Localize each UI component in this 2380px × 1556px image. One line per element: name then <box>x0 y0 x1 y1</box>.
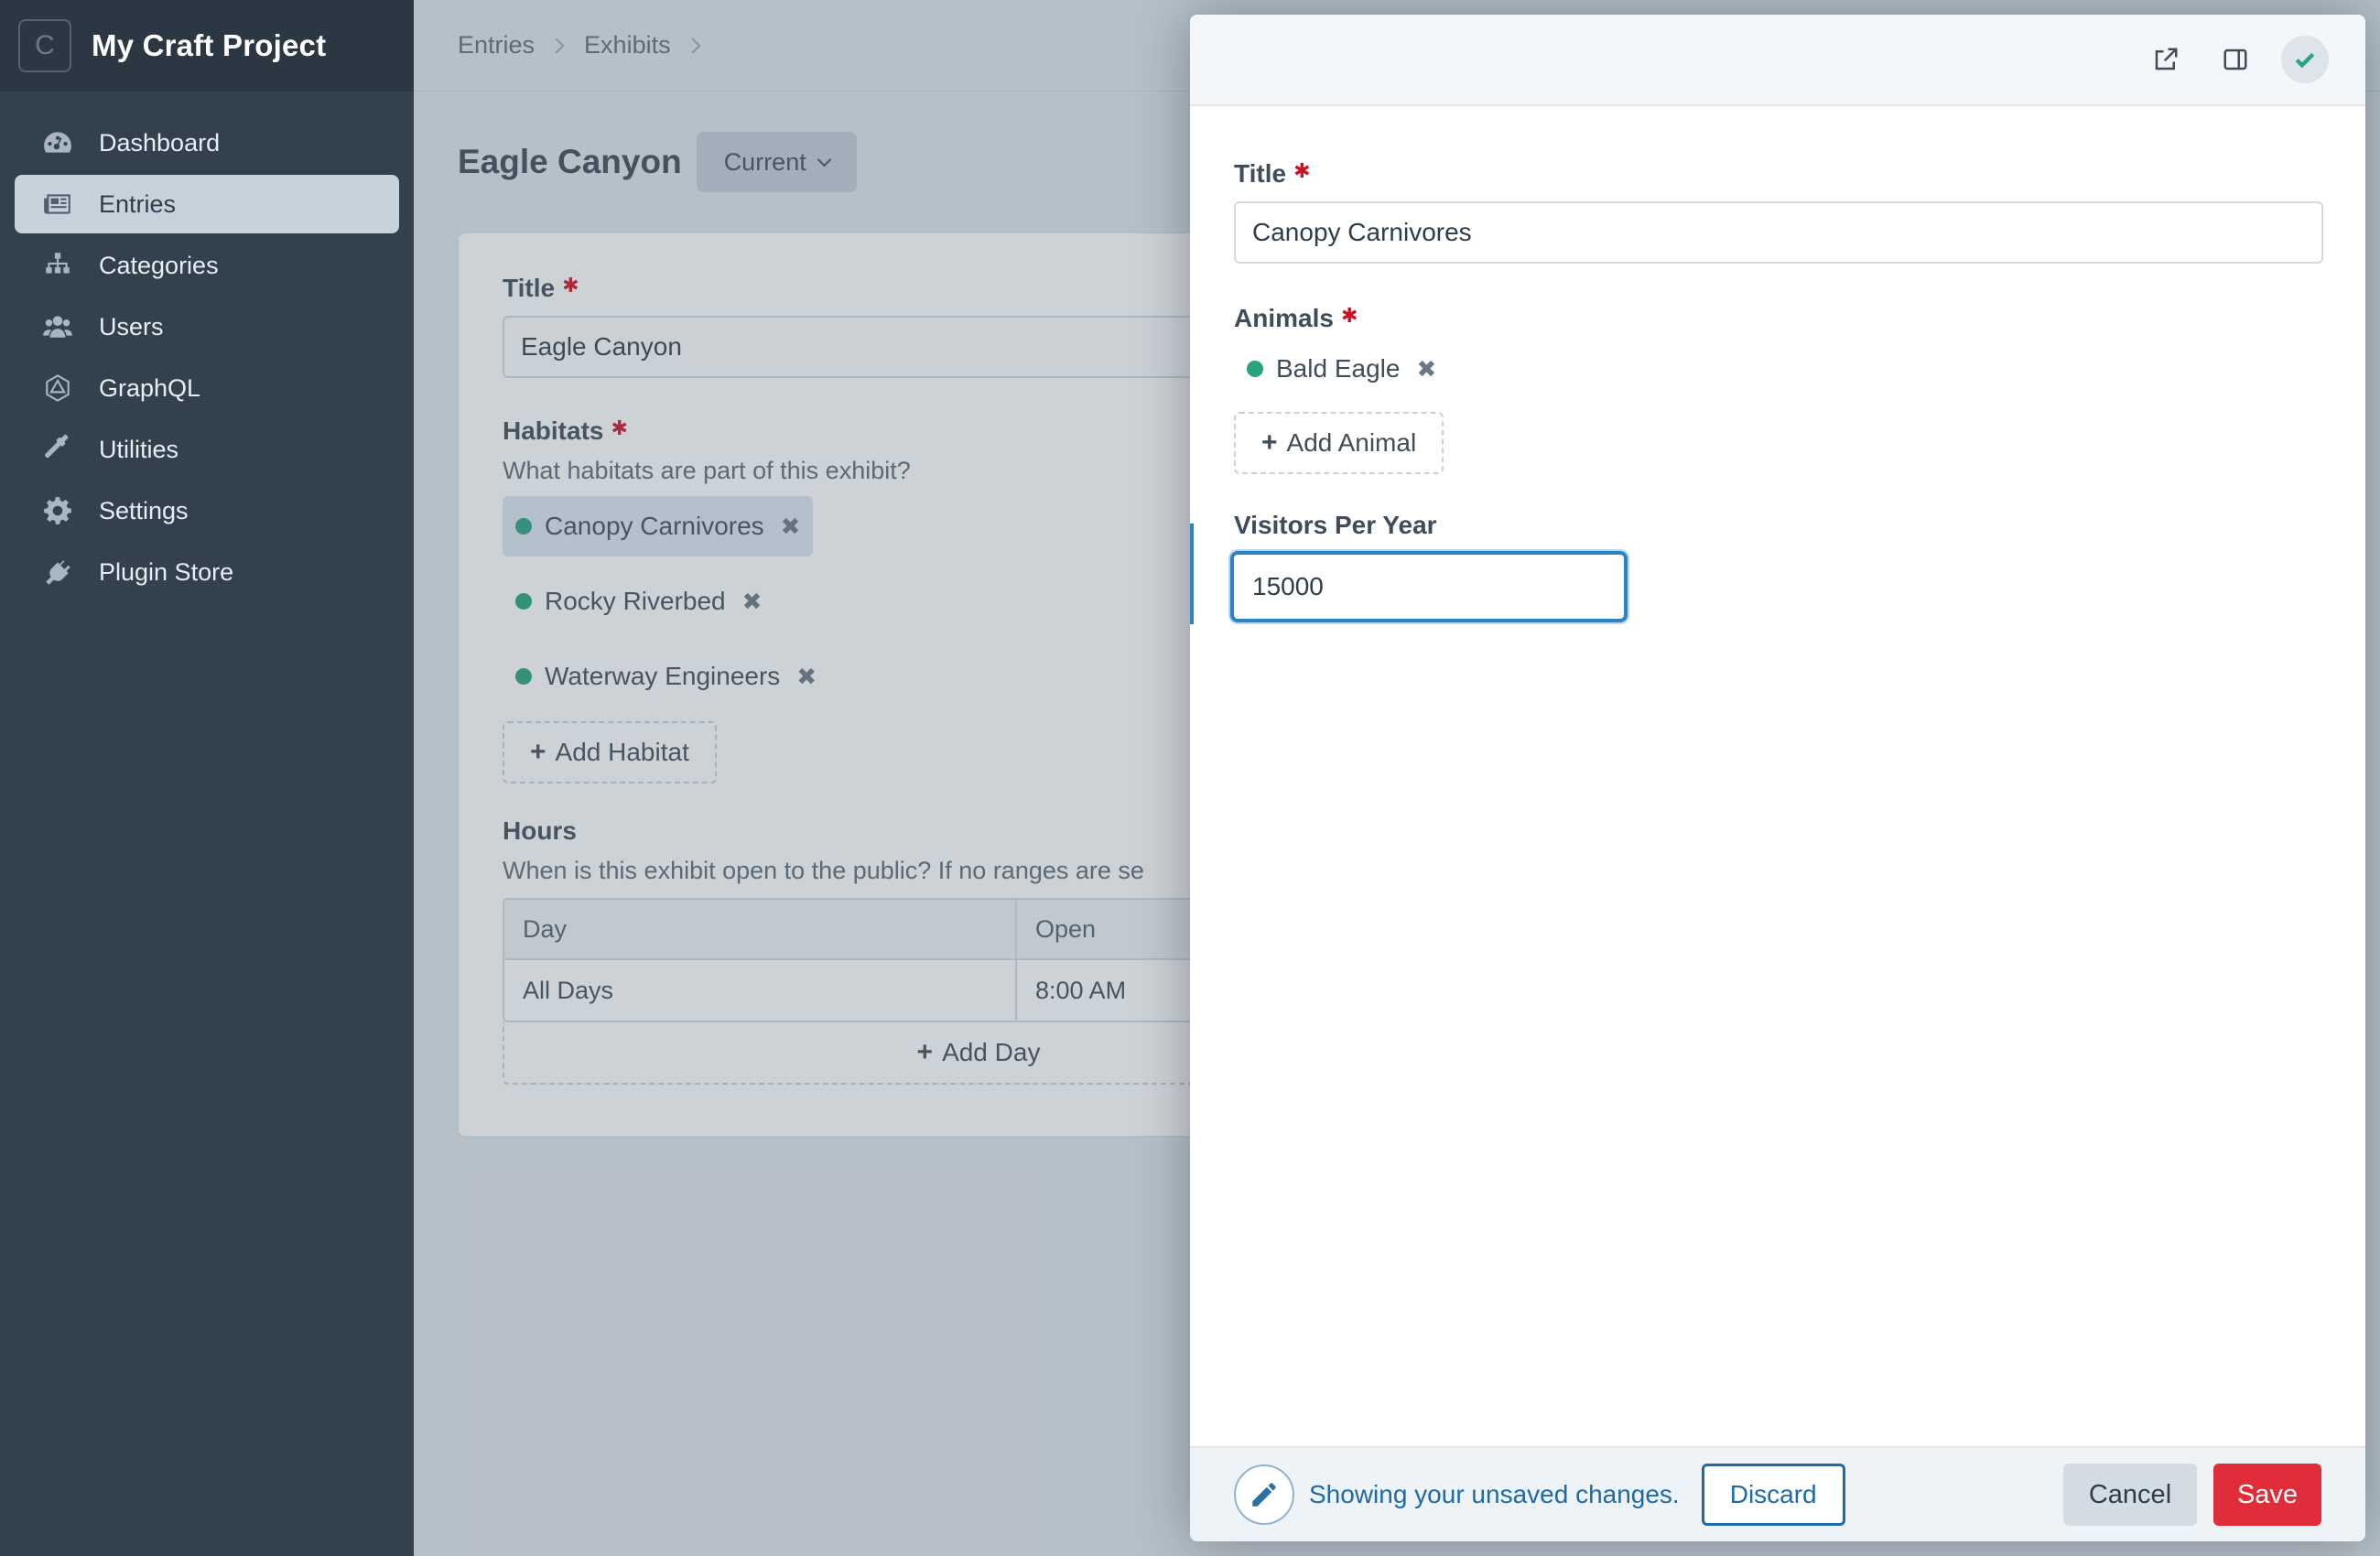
craft-logo[interactable]: C <box>18 19 71 72</box>
wrench-icon <box>40 432 75 467</box>
required-asterisk-icon: ✱ <box>1340 304 1358 327</box>
slideout-body: Title ✱ Canopy Carnivores Animals ✱ Bald E… <box>1230 106 2323 622</box>
sidebar-item-label: Categories <box>99 251 219 279</box>
plug-icon <box>40 555 75 589</box>
unsaved-changes-notice: Showing your unsaved changes. <box>1309 1480 1680 1508</box>
sidebar-item-utilities[interactable]: Utilities <box>15 420 399 479</box>
checkmark-icon <box>2295 52 2315 69</box>
sidebar-item-entries[interactable]: Entries <box>15 175 399 233</box>
required-asterisk-icon: ✱ <box>1293 159 1311 182</box>
visitors-per-year-input[interactable]: 15000 <box>1230 551 1628 622</box>
add-animal-label: Add Animal <box>1286 428 1417 457</box>
graphql-icon <box>40 371 75 405</box>
cancel-button[interactable]: Cancel <box>2063 1464 2197 1526</box>
remove-icon[interactable]: ✖ <box>1416 355 1436 384</box>
sidebar-item-label: Users <box>99 312 164 340</box>
pencil-icon <box>1234 1464 1294 1525</box>
sidebar-item-label: Plugin Store <box>99 557 234 586</box>
visitors-field-label: Visitors Per Year <box>1234 511 1437 539</box>
sidebar-item-dashboard[interactable]: Dashboard <box>15 113 399 172</box>
animals-list: Bald Eagle ✖ <box>1234 339 2323 399</box>
users-icon <box>40 309 75 344</box>
toggle-sidebar-button[interactable] <box>2212 36 2259 83</box>
sidebar-icon <box>2223 49 2247 70</box>
animal-chip-label: Bald Eagle <box>1276 354 1401 383</box>
gauge-icon <box>40 125 75 160</box>
sidebar-item-label: Settings <box>99 496 189 524</box>
save-button[interactable]: Save <box>2213 1464 2321 1526</box>
sitemap-icon <box>40 248 75 283</box>
slideout-title-input[interactable]: Canopy Carnivores <box>1234 201 2323 264</box>
animal-chip[interactable]: Bald Eagle ✖ <box>1234 339 1449 399</box>
newspaper-icon <box>40 187 75 222</box>
animals-field-label: Animals ✱ <box>1234 304 1358 332</box>
sidebar-item-settings[interactable]: Settings <box>15 481 399 540</box>
open-in-new-tab-button[interactable] <box>2142 36 2190 83</box>
discard-button[interactable]: Discard <box>1701 1464 1845 1526</box>
slideout-title-label: Title ✱ <box>1234 159 1311 188</box>
element-editor-slideout: Title ✱ Canopy Carnivores Animals ✱ Bald E… <box>1190 15 2365 1541</box>
sidebar-brand: C My Craft Project <box>0 0 414 92</box>
sidebar-item-graphql[interactable]: GraphQL <box>15 359 399 417</box>
plus-icon: + <box>1261 427 1278 458</box>
status-enabled-icon <box>1247 361 1263 377</box>
external-link-icon <box>2155 48 2178 70</box>
slideout-footer: Showing your unsaved changes. Discard Ca… <box>1190 1446 2365 1541</box>
sidebar-item-label: Utilities <box>99 435 179 463</box>
field-focus-indicator <box>1190 524 1194 624</box>
sidebar-item-categories[interactable]: Categories <box>15 236 399 295</box>
sidebar-item-label: Entries <box>99 189 177 218</box>
sidebar-item-users[interactable]: Users <box>15 297 399 356</box>
sidebar-item-label: GraphQL <box>99 373 201 402</box>
gear-icon <box>40 493 75 528</box>
global-nav: Dashboard Entries Categories Users Graph… <box>0 92 414 601</box>
status-indicator[interactable] <box>2281 36 2329 83</box>
sidebar: C My Craft Project Dashboard Entries Cat… <box>0 0 414 1556</box>
add-animal-button[interactable]: + Add Animal <box>1234 412 1444 474</box>
slideout-header <box>1190 15 2365 106</box>
sidebar-item-plugin-store[interactable]: Plugin Store <box>15 543 399 601</box>
sidebar-item-label: Dashboard <box>99 128 221 157</box>
site-name[interactable]: My Craft Project <box>92 28 326 63</box>
